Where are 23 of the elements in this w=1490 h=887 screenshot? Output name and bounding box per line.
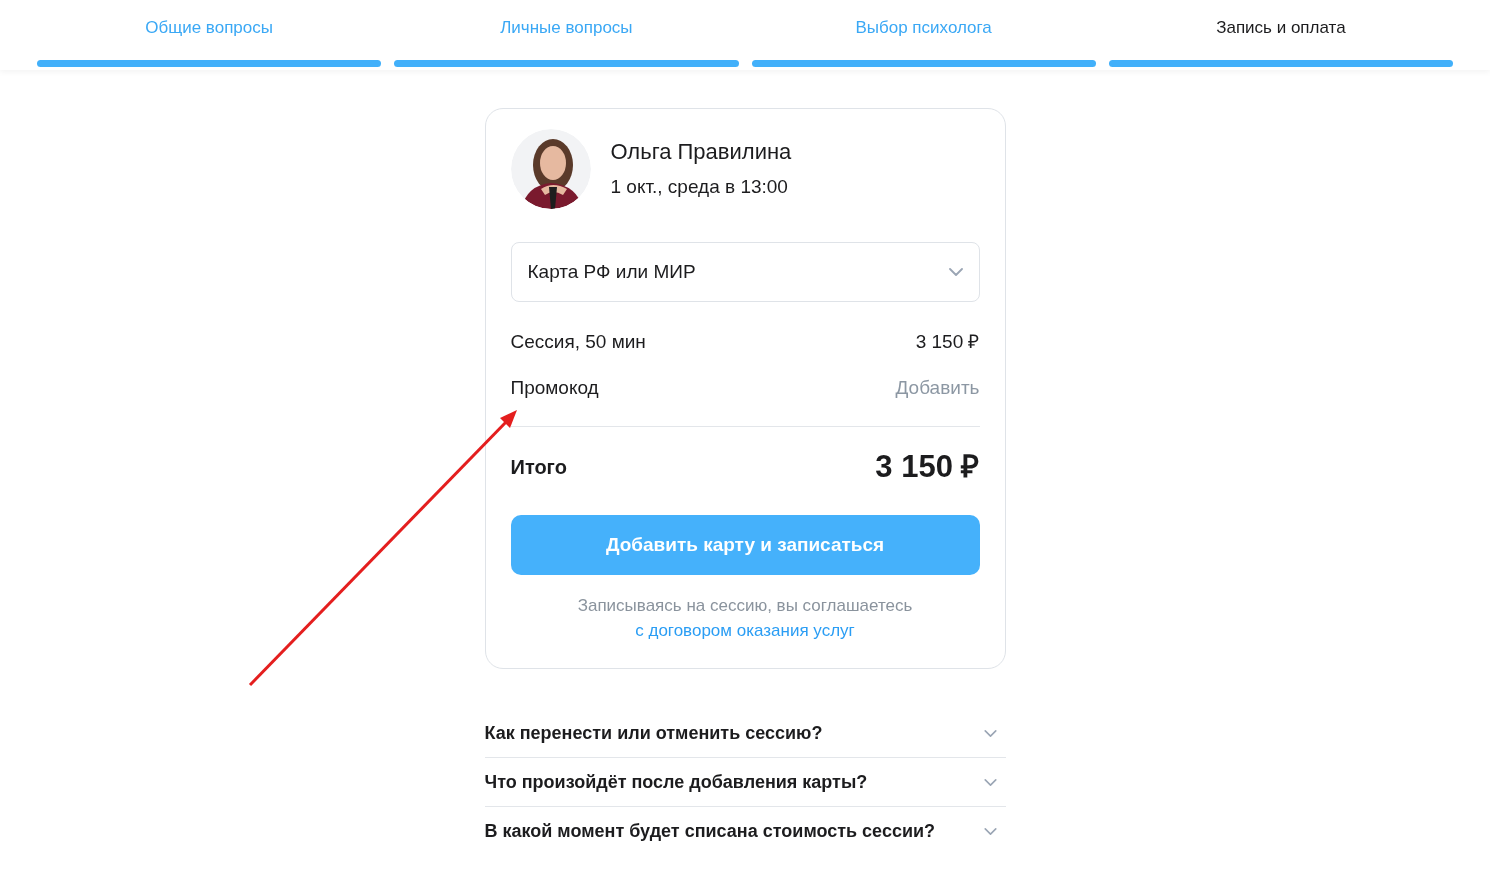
total-label: Итого <box>510 455 567 480</box>
chevron-icon <box>983 729 997 737</box>
total-price: 3 150 ₽ <box>875 448 980 486</box>
faq-item[interactable]: Что произойдёт после добавления карты? <box>484 758 1006 807</box>
line-label: Промокод <box>510 375 599 400</box>
step-tab[interactable]: Общие вопросы <box>37 16 382 70</box>
submit-button[interactable]: Добавить карту и записаться <box>510 515 980 575</box>
faq-item[interactable]: Как перенести или отменить сессию? <box>484 709 1006 758</box>
step-tab[interactable]: Выбор психолога <box>751 16 1096 70</box>
psychologist-name: Ольга Правилина <box>610 139 792 165</box>
line-price: 3 150 ₽ <box>915 329 980 354</box>
step-tab[interactable]: Личные вопросы <box>394 16 739 70</box>
step-tab[interactable]: Запись и оплата <box>1108 16 1453 70</box>
disclaimer-text: Записываясь на сессию, вы соглашаетесь <box>577 595 913 617</box>
chevron-icon <box>983 778 997 786</box>
contract-link[interactable]: с договором оказания услуг <box>635 620 855 642</box>
faq-item[interactable]: В какой момент будет списана стоимость сессии? <box>484 807 1006 855</box>
line-label: Сессия, 50 мин <box>510 329 646 354</box>
chevron-icon <box>983 827 997 835</box>
payment-method-select[interactable]: Карта РФ или МИР <box>510 242 980 302</box>
session-datetime: 1 окт., среда в 13:00 <box>610 175 789 199</box>
add-promo-link[interactable]: Добавить <box>895 373 980 403</box>
chevron-icon <box>948 268 963 276</box>
